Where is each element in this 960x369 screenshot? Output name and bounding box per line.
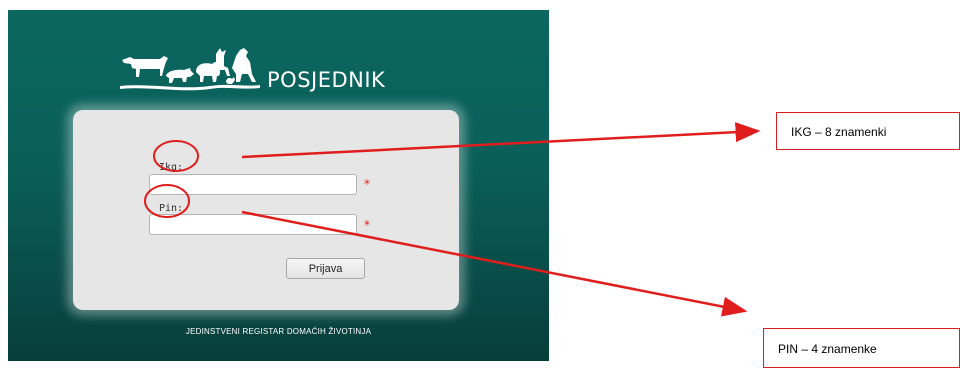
pin-required-mark: * [364,218,370,232]
footer-title: JEDINSTVENI REGISTAR DOMAĆIH ŽIVOTINJA [185,327,372,336]
login-panel: POSJEDNIK Ikg: * Pin: * Prijava JEDINSTV… [8,10,549,361]
pin-label: Pin: [159,203,184,214]
brand-title: POSJEDNIK [267,68,386,92]
pin-input[interactable] [149,214,357,235]
ikg-required-mark: * [364,177,370,191]
ikg-callout: IKG – 8 znamenki [776,112,960,150]
pin-callout: PIN – 4 znamenke [763,328,960,368]
login-form: Ikg: * Pin: * Prijava [73,110,459,310]
livestock-logo-icon [120,48,260,91]
login-button[interactable]: Prijava [286,258,365,279]
ikg-label: Ikg: [159,162,184,173]
ikg-input[interactable] [149,174,357,195]
